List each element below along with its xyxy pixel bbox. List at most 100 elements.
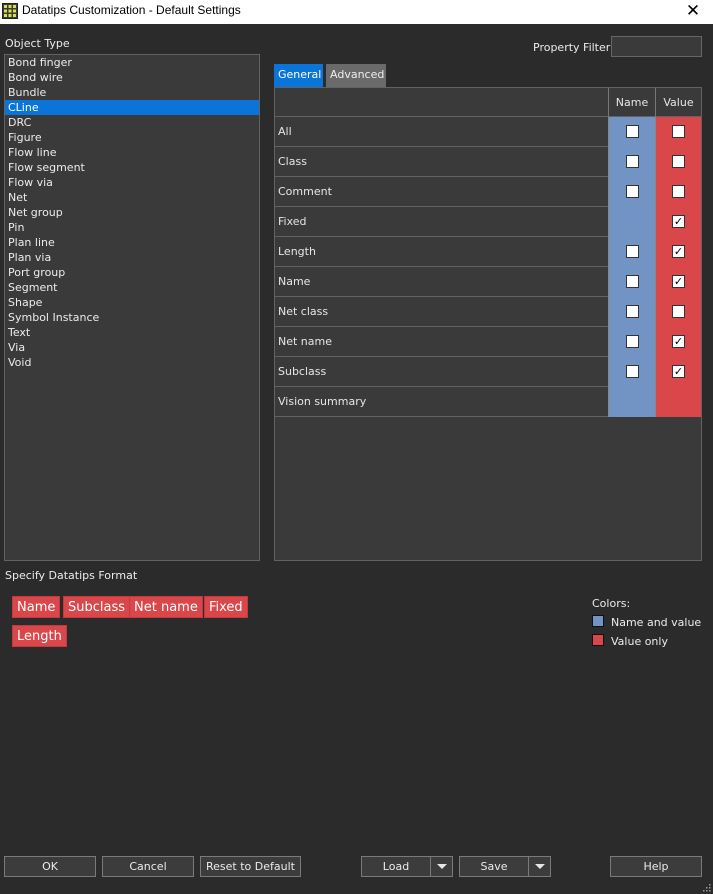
- name-checkbox[interactable]: [626, 125, 639, 138]
- list-item[interactable]: Segment: [5, 280, 259, 295]
- name-cell: [608, 357, 655, 387]
- value-cell: ✓: [655, 237, 701, 267]
- list-item[interactable]: Pin: [5, 220, 259, 235]
- format-chip-subclass[interactable]: Subclass: [63, 596, 131, 618]
- name-checkbox[interactable]: [626, 335, 639, 348]
- tab-general[interactable]: General: [274, 64, 323, 87]
- grid-header: Name Value: [275, 88, 701, 117]
- list-item[interactable]: Bundle: [5, 85, 259, 100]
- property-filter-label: Property Filter: [533, 41, 611, 54]
- list-item[interactable]: Symbol Instance: [5, 310, 259, 325]
- format-chip-name[interactable]: Name: [12, 596, 61, 618]
- save-dropdown-arrow[interactable]: [529, 856, 551, 877]
- cancel-button[interactable]: Cancel: [102, 856, 194, 877]
- list-item[interactable]: Port group: [5, 265, 259, 280]
- object-type-label: Object Type: [5, 37, 70, 50]
- table-row: Length ✓: [275, 237, 701, 267]
- name-checkbox[interactable]: [626, 155, 639, 168]
- name-checkbox[interactable]: [626, 275, 639, 288]
- reset-to-default-button[interactable]: Reset to Default: [200, 856, 301, 877]
- list-item[interactable]: Flow segment: [5, 160, 259, 175]
- value-checkbox[interactable]: ✓: [672, 215, 685, 228]
- property-name: All: [278, 125, 292, 138]
- list-item[interactable]: Void: [5, 355, 259, 370]
- save-button[interactable]: Save: [459, 856, 529, 877]
- list-item[interactable]: Bond finger: [5, 55, 259, 70]
- property-name: Comment: [278, 185, 332, 198]
- list-item[interactable]: Plan via: [5, 250, 259, 265]
- name-cell: [608, 177, 655, 207]
- property-name: Net name: [278, 335, 333, 348]
- list-item[interactable]: Shape: [5, 295, 259, 310]
- tab-advanced[interactable]: Advanced: [326, 64, 386, 87]
- name-checkbox[interactable]: [626, 365, 639, 378]
- load-button[interactable]: Load: [361, 856, 431, 877]
- name-cell: [608, 147, 655, 177]
- value-cell: [655, 297, 701, 327]
- value-checkbox[interactable]: ✓: [672, 275, 685, 288]
- name-checkbox[interactable]: [626, 305, 639, 318]
- property-name: Subclass: [278, 365, 327, 378]
- value-cell: [655, 387, 701, 417]
- value-checkbox[interactable]: ✓: [672, 335, 685, 348]
- value-checkbox[interactable]: [672, 155, 685, 168]
- value-checkbox[interactable]: [672, 125, 685, 138]
- value-cell: ✓: [655, 357, 701, 387]
- name-cell: [608, 297, 655, 327]
- close-icon[interactable]: ✕: [673, 0, 713, 24]
- value-cell: ✓: [655, 327, 701, 357]
- list-item[interactable]: DRC: [5, 115, 259, 130]
- column-header-value: Value: [655, 88, 701, 117]
- value-checkbox[interactable]: ✓: [672, 245, 685, 258]
- format-chip-length[interactable]: Length: [12, 625, 67, 647]
- value-cell: ✓: [655, 207, 701, 237]
- column-header-name: Name: [608, 88, 655, 117]
- list-item[interactable]: Net: [5, 190, 259, 205]
- datatips-format-label: Specify Datatips Format: [5, 569, 138, 582]
- load-dropdown-arrow[interactable]: [431, 856, 453, 877]
- format-chip-fixed[interactable]: Fixed: [204, 596, 248, 618]
- title-bar: Datatips Customization - Default Setting…: [0, 0, 713, 24]
- window-title: Datatips Customization - Default Setting…: [22, 3, 241, 17]
- list-item[interactable]: Plan line: [5, 235, 259, 250]
- property-grid: Name Value All Class Comment Fixed ✓ Length ✓ N…: [274, 87, 702, 561]
- legend-name-and-value: Name and value: [611, 616, 702, 629]
- list-item[interactable]: Flow via: [5, 175, 259, 190]
- help-button[interactable]: Help: [610, 856, 702, 877]
- table-row: All: [275, 117, 701, 147]
- object-type-list[interactable]: Bond finger Bond wire Bundle CLine DRC Figure…: [4, 54, 260, 561]
- resize-grip-icon[interactable]: [702, 883, 711, 892]
- legend-value-only: Value only: [611, 635, 668, 648]
- value-checkbox[interactable]: ✓: [672, 365, 685, 378]
- table-row: Name ✓: [275, 267, 701, 297]
- list-item[interactable]: Bond wire: [5, 70, 259, 85]
- list-item[interactable]: CLine: [5, 100, 259, 115]
- property-name: Class: [278, 155, 307, 168]
- value-cell: [655, 177, 701, 207]
- grid-app-icon: [2, 3, 18, 19]
- list-item[interactable]: Figure: [5, 130, 259, 145]
- value-checkbox[interactable]: [672, 185, 685, 198]
- property-name: Vision summary: [278, 395, 367, 408]
- name-checkbox[interactable]: [626, 185, 639, 198]
- list-item[interactable]: Net group: [5, 205, 259, 220]
- list-item[interactable]: Via: [5, 340, 259, 355]
- property-filter-input[interactable]: [611, 36, 702, 57]
- chevron-down-icon: [437, 864, 447, 869]
- table-row: Subclass ✓: [275, 357, 701, 387]
- property-name: Net class: [278, 305, 329, 318]
- table-row: Comment: [275, 177, 701, 207]
- table-row: Net name ✓: [275, 327, 701, 357]
- chevron-down-icon: [535, 864, 545, 869]
- property-name: Name: [278, 275, 311, 288]
- name-checkbox[interactable]: [626, 245, 639, 258]
- property-name: Fixed: [278, 215, 307, 228]
- name-cell: [608, 207, 655, 237]
- list-item[interactable]: Flow line: [5, 145, 259, 160]
- value-checkbox[interactable]: [672, 305, 685, 318]
- ok-button[interactable]: OK: [4, 856, 96, 877]
- name-cell: [608, 387, 655, 417]
- list-item[interactable]: Text: [5, 325, 259, 340]
- format-chip-net-name[interactable]: Net name: [129, 596, 203, 618]
- value-cell: [655, 147, 701, 177]
